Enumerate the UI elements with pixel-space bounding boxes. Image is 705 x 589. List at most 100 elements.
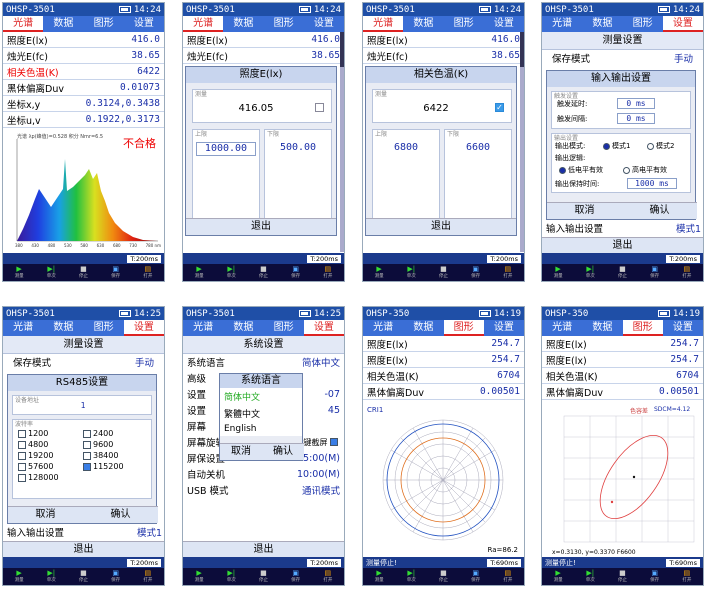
stop-button[interactable]: ■ 停止 <box>613 570 631 584</box>
tab-data[interactable]: 数据 <box>403 320 443 336</box>
measure-checkbox[interactable] <box>315 103 324 112</box>
stop-button[interactable]: ■ 停止 <box>74 266 92 280</box>
baud-option[interactable]: 2400 <box>83 429 148 438</box>
baud-option[interactable]: 1200 <box>18 429 83 438</box>
data-row[interactable]: 照度E(lx) 254.7 <box>542 352 703 368</box>
baud-option[interactable]: 9600 <box>83 440 148 449</box>
single-button[interactable]: ▶| 单次 <box>581 570 599 584</box>
lower-limit-input[interactable]: 6600 <box>448 142 508 156</box>
baud-option[interactable]: 19200 <box>18 451 83 460</box>
single-button[interactable]: ▶| 单次 <box>222 266 240 280</box>
tab-data[interactable]: 数据 <box>403 16 443 32</box>
single-button[interactable]: ▶| 单次 <box>42 570 60 584</box>
baud-option[interactable]: 128000 <box>18 473 83 482</box>
confirm-button[interactable]: 确认 <box>262 443 304 460</box>
exit-button[interactable]: 退出 <box>186 218 336 235</box>
exit-button[interactable]: 退出 <box>366 218 516 235</box>
data-row[interactable]: 烛光E(fc) 38.65 <box>363 48 524 64</box>
data-row[interactable]: 坐标x,y 0.3124,0.3438 <box>3 96 164 112</box>
screenshot-checkbox[interactable] <box>330 438 338 446</box>
tab-spectrum[interactable]: 光谱 <box>3 16 44 32</box>
tab-spectrum[interactable]: 光谱 <box>542 16 582 32</box>
single-button[interactable]: ▶| 单次 <box>402 266 420 280</box>
tab-spectrum[interactable]: 光谱 <box>542 320 582 336</box>
stop-button[interactable]: ■ 停止 <box>434 570 452 584</box>
data-row[interactable]: 照度E(lx) 254.7 <box>363 336 524 352</box>
baud-option[interactable]: 57600 <box>18 462 83 471</box>
save-button[interactable]: ▣ 保存 <box>646 570 664 584</box>
cancel-button[interactable]: 取消 <box>547 202 622 219</box>
data-row[interactable]: 坐标u,v 0.1922,0.3173 <box>3 112 164 128</box>
data-row[interactable]: 相关色温(K) 6704 <box>542 368 703 384</box>
baud-option[interactable]: 4800 <box>18 440 83 449</box>
tab-graph[interactable]: 图形 <box>623 16 663 32</box>
tab-graph[interactable]: 图形 <box>444 16 484 32</box>
auto-off-row[interactable]: 自动关机 10:00(M) <box>183 466 344 482</box>
tab-data[interactable]: 数据 <box>43 320 83 336</box>
single-button[interactable]: ▶| 单次 <box>42 266 60 280</box>
measure-button[interactable]: ▶ 测量 <box>10 570 28 584</box>
single-button[interactable]: ▶| 单次 <box>581 266 599 280</box>
tab-settings[interactable]: 设置 <box>663 320 703 336</box>
single-button[interactable]: ▶| 单次 <box>222 570 240 584</box>
cancel-button[interactable]: 取消 <box>8 506 83 523</box>
save-button[interactable]: ▣ 保存 <box>646 266 664 280</box>
tab-settings[interactable]: 设置 <box>662 16 703 32</box>
data-row[interactable]: 照度E(lx) 254.7 <box>542 336 703 352</box>
data-row[interactable]: 烛光E(fc) 38.65 <box>183 48 344 64</box>
tab-data[interactable]: 数据 <box>43 16 83 32</box>
data-row[interactable]: 烛光E(fc) 38.65 <box>3 48 164 64</box>
low-level-radio[interactable]: 低电平有效 <box>559 165 603 175</box>
tab-data[interactable]: 数据 <box>582 16 622 32</box>
scrollbar[interactable] <box>340 32 344 252</box>
measure-button[interactable]: ▶ 测量 <box>549 570 567 584</box>
save-button[interactable]: ▣ 保存 <box>287 266 305 280</box>
tab-spectrum[interactable]: 光谱 <box>3 320 43 336</box>
language-row[interactable]: 系统语言 简体中文 <box>183 354 344 370</box>
lower-limit-input[interactable]: 500.00 <box>268 142 328 156</box>
tab-settings[interactable]: 设置 <box>303 320 344 336</box>
trigger-interval-input[interactable]: 0 ms <box>617 113 655 124</box>
open-button[interactable]: ▤ 打开 <box>678 266 696 280</box>
data-row[interactable]: 照度E(lx) 416.0 <box>363 32 524 48</box>
output-hold-input[interactable]: 1000 ms <box>627 178 677 189</box>
data-row[interactable]: 黑体偏离Duv 0.00501 <box>363 384 524 400</box>
upper-limit-input[interactable]: 1000.00 <box>196 142 256 156</box>
stop-button[interactable]: ■ 停止 <box>434 266 452 280</box>
exit-button[interactable]: 退出 <box>542 237 703 254</box>
io-setting-row[interactable]: 输入输出设置 模式1 <box>3 524 164 540</box>
tab-settings[interactable]: 设置 <box>304 16 344 32</box>
measure-button[interactable]: ▶ 测量 <box>10 266 28 280</box>
tab-graph[interactable]: 图形 <box>264 320 304 336</box>
tab-data[interactable]: 数据 <box>582 320 622 336</box>
open-button[interactable]: ▤ 打开 <box>678 570 696 584</box>
open-button[interactable]: ▤ 打开 <box>319 266 337 280</box>
single-button[interactable]: ▶| 单次 <box>402 570 420 584</box>
data-row[interactable]: 相关色温(K) 6422 <box>3 64 164 80</box>
open-button[interactable]: ▤ 打开 <box>319 570 337 584</box>
tab-graph[interactable]: 图形 <box>84 320 124 336</box>
trigger-delay-input[interactable]: 0 ms <box>617 98 655 109</box>
language-option[interactable]: English <box>220 422 302 436</box>
upper-limit-input[interactable]: 6800 <box>376 142 436 156</box>
exit-button[interactable]: 退出 <box>183 541 344 558</box>
tab-spectrum[interactable]: 光谱 <box>363 320 403 336</box>
tab-settings[interactable]: 设置 <box>123 320 164 336</box>
data-row[interactable]: 黑体偏离Duv 0.01073 <box>3 80 164 96</box>
mode2-radio[interactable]: 模式2 <box>647 141 674 151</box>
address-input[interactable]: 1 <box>48 401 118 412</box>
measure-button[interactable]: ▶ 测量 <box>370 266 388 280</box>
language-option-selected[interactable]: 简体中文 <box>220 388 302 405</box>
data-row[interactable]: 相关色温(K) 6704 <box>363 368 524 384</box>
measure-button[interactable]: ▶ 测量 <box>190 570 208 584</box>
tab-graph[interactable]: 图形 <box>264 16 304 32</box>
open-button[interactable]: ▤ 打开 <box>499 570 517 584</box>
tab-settings[interactable]: 设置 <box>124 16 164 32</box>
tab-graph[interactable]: 图形 <box>622 320 663 336</box>
open-button[interactable]: ▤ 打开 <box>139 266 157 280</box>
open-button[interactable]: ▤ 打开 <box>499 266 517 280</box>
save-mode-row[interactable]: 保存模式 手动 <box>3 354 164 370</box>
stop-button[interactable]: ■ 停止 <box>254 266 272 280</box>
usb-mode-row[interactable]: USB 模式 通讯模式 <box>183 482 344 498</box>
tab-spectrum[interactable]: 光谱 <box>183 16 224 32</box>
